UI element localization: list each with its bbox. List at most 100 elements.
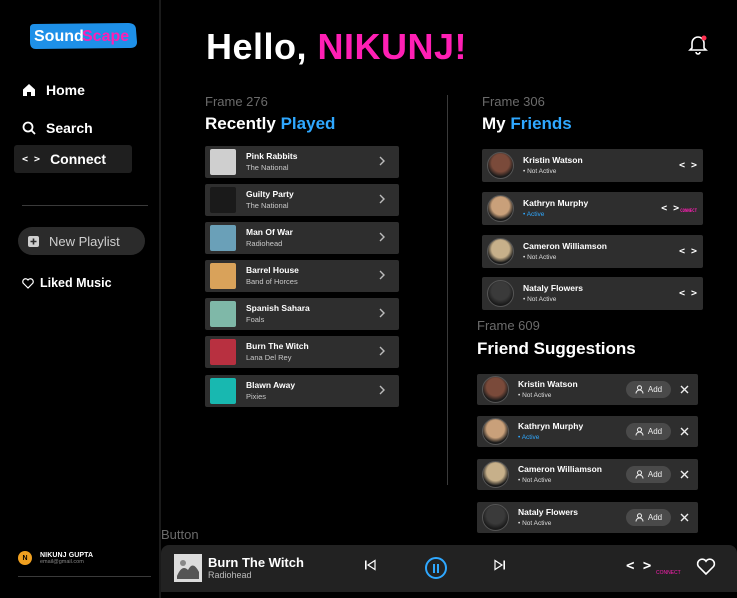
song-title: Pink Rabbits bbox=[246, 151, 298, 162]
pause-button[interactable] bbox=[425, 557, 447, 579]
chevron-right-icon[interactable] bbox=[379, 269, 399, 283]
chevron-right-icon[interactable] bbox=[379, 155, 399, 169]
greeting-name: NIKUNJ! bbox=[317, 26, 468, 67]
song-row[interactable]: Pink Rabbits The National bbox=[205, 146, 399, 178]
next-icon[interactable] bbox=[494, 559, 506, 571]
chevron-right-icon[interactable] bbox=[379, 307, 399, 321]
chevron-right-icon[interactable] bbox=[379, 384, 399, 398]
bell-icon[interactable] bbox=[687, 33, 709, 55]
user-name: NIKUNJ GUPTA bbox=[40, 551, 94, 559]
add-label: Add bbox=[647, 385, 663, 394]
close-icon[interactable] bbox=[678, 383, 690, 397]
recently-played-title-b: Played bbox=[280, 114, 336, 133]
connect-code-glyph: < > bbox=[678, 288, 697, 299]
song-row[interactable]: Man Of War Radiohead bbox=[205, 222, 399, 254]
liked-music-label: Liked Music bbox=[40, 276, 112, 290]
add-friend-button[interactable]: Add bbox=[626, 381, 671, 398]
song-row[interactable]: Blawn Away Pixies bbox=[205, 375, 399, 407]
add-friend-button[interactable]: Add bbox=[626, 509, 671, 526]
suggestion-row: Cameron Williamson • Not Active Add bbox=[477, 459, 698, 490]
soundscape-logo[interactable]: Sound Scape bbox=[28, 22, 138, 50]
add-label: Add bbox=[647, 513, 663, 522]
chevron-right-icon[interactable] bbox=[379, 231, 399, 245]
song-row[interactable]: Guilty Party The National bbox=[205, 184, 399, 216]
chevron-right-icon[interactable] bbox=[379, 345, 399, 359]
song-row[interactable]: Barrel House Band of Horces bbox=[205, 260, 399, 292]
connect-code-button[interactable]: < > bbox=[679, 160, 697, 171]
friend-row[interactable]: Kristin Watson • Not Active < > bbox=[482, 149, 703, 182]
connect-code-button[interactable]: < > bbox=[679, 246, 697, 257]
sidebar-item-label: Connect bbox=[50, 151, 107, 167]
song-texts: Pink Rabbits The National bbox=[246, 151, 379, 172]
connect-code-glyph: < > bbox=[661, 203, 680, 214]
sidebar-divider bbox=[22, 205, 148, 206]
connect-code-button[interactable]: < > bbox=[679, 288, 697, 299]
sidebar-item-connect[interactable]: < > Connect bbox=[14, 145, 132, 173]
frame-label-recent: Frame 276 bbox=[205, 94, 268, 109]
liked-music-link[interactable]: Liked Music bbox=[22, 276, 112, 290]
friend-suggestions-title: Friend Suggestions bbox=[477, 339, 636, 358]
close-icon[interactable] bbox=[678, 468, 690, 482]
suggestion-row: Kathryn Murphy • Active Add bbox=[477, 416, 698, 447]
album-thumbnail bbox=[210, 301, 236, 327]
song-texts: Blawn Away Pixies bbox=[246, 380, 379, 401]
friend-texts: Nataly Flowers • Not Active bbox=[523, 283, 679, 303]
connect-icon: < > bbox=[22, 153, 41, 165]
friend-row[interactable]: Nataly Flowers • Not Active < > bbox=[482, 277, 703, 310]
pause-icon bbox=[433, 563, 439, 573]
user-profile[interactable]: N NIKUNJ GUPTA email@gmail.com bbox=[18, 551, 93, 565]
status-badge: • Not Active bbox=[518, 391, 552, 399]
status-badge: • Active bbox=[523, 210, 545, 218]
connect-code-button[interactable]: < > bbox=[626, 558, 651, 574]
friend-name: Cameron Williamson bbox=[523, 240, 607, 251]
now-playing-artist: Radiohead bbox=[208, 570, 252, 580]
avatar bbox=[487, 238, 514, 265]
song-texts: Man Of War Radiohead bbox=[246, 227, 379, 248]
user-email: email@gmail.com bbox=[40, 558, 84, 565]
heart-icon bbox=[22, 277, 34, 289]
recently-played-title-a: Recently bbox=[205, 114, 281, 133]
album-thumbnail bbox=[210, 149, 236, 175]
add-friend-button[interactable]: Add bbox=[626, 466, 671, 483]
sidebar-item-label: Search bbox=[46, 120, 93, 136]
album-thumbnail bbox=[210, 187, 236, 213]
status-badge: • Not Active bbox=[523, 253, 557, 261]
my-friends-title-a: My bbox=[482, 114, 511, 133]
friend-row[interactable]: Cameron Williamson • Not Active < > bbox=[482, 235, 703, 268]
sidebar-item-home[interactable]: Home bbox=[14, 76, 132, 104]
status-badge: • Not Active bbox=[518, 519, 552, 527]
connect-code-glyph: < > bbox=[678, 160, 697, 171]
add-friend-button[interactable]: Add bbox=[626, 423, 671, 440]
heart-icon[interactable] bbox=[696, 558, 716, 576]
new-playlist-button[interactable]: New Playlist bbox=[18, 227, 145, 255]
friend-row[interactable]: Kathryn Murphy • Active < > CONNECT bbox=[482, 192, 703, 225]
now-playing-title: Burn The Witch bbox=[208, 555, 304, 570]
add-user-icon bbox=[635, 427, 644, 436]
song-title: Burn The Witch bbox=[246, 341, 309, 352]
greeting-hello: Hello, bbox=[206, 26, 318, 67]
logo-scape-text: Scape bbox=[82, 28, 129, 45]
connect-code-button[interactable]: < > CONNECT bbox=[661, 203, 697, 214]
close-icon[interactable] bbox=[678, 511, 690, 525]
suggestion-row: Kristin Watson • Not Active Add bbox=[477, 374, 698, 405]
my-friends-title-b: Friends bbox=[510, 114, 572, 133]
suggestion-texts: Nataly Flowers • Not Active bbox=[518, 507, 626, 527]
previous-icon[interactable] bbox=[364, 559, 376, 571]
song-artist: Foals bbox=[246, 314, 265, 324]
add-label: Add bbox=[647, 427, 663, 436]
status-badge: • Not Active bbox=[518, 476, 552, 484]
avatar bbox=[487, 152, 514, 179]
new-playlist-label: New Playlist bbox=[49, 233, 120, 249]
add-user-icon bbox=[635, 470, 644, 479]
album-thumbnail bbox=[210, 225, 236, 251]
song-texts: Guilty Party The National bbox=[246, 189, 379, 210]
song-row[interactable]: Spanish Sahara Foals bbox=[205, 298, 399, 330]
close-icon[interactable] bbox=[678, 425, 690, 439]
song-row[interactable]: Burn The Witch Lana Del Rey bbox=[205, 336, 399, 368]
sidebar-item-search[interactable]: Search bbox=[14, 114, 132, 142]
suggestion-texts: Cameron Williamson • Not Active bbox=[518, 464, 626, 484]
chevron-right-icon[interactable] bbox=[379, 193, 399, 207]
frame-label-suggestions: Frame 609 bbox=[477, 318, 540, 333]
song-artist: Lana Del Rey bbox=[246, 352, 292, 362]
album-thumbnail bbox=[210, 263, 236, 289]
